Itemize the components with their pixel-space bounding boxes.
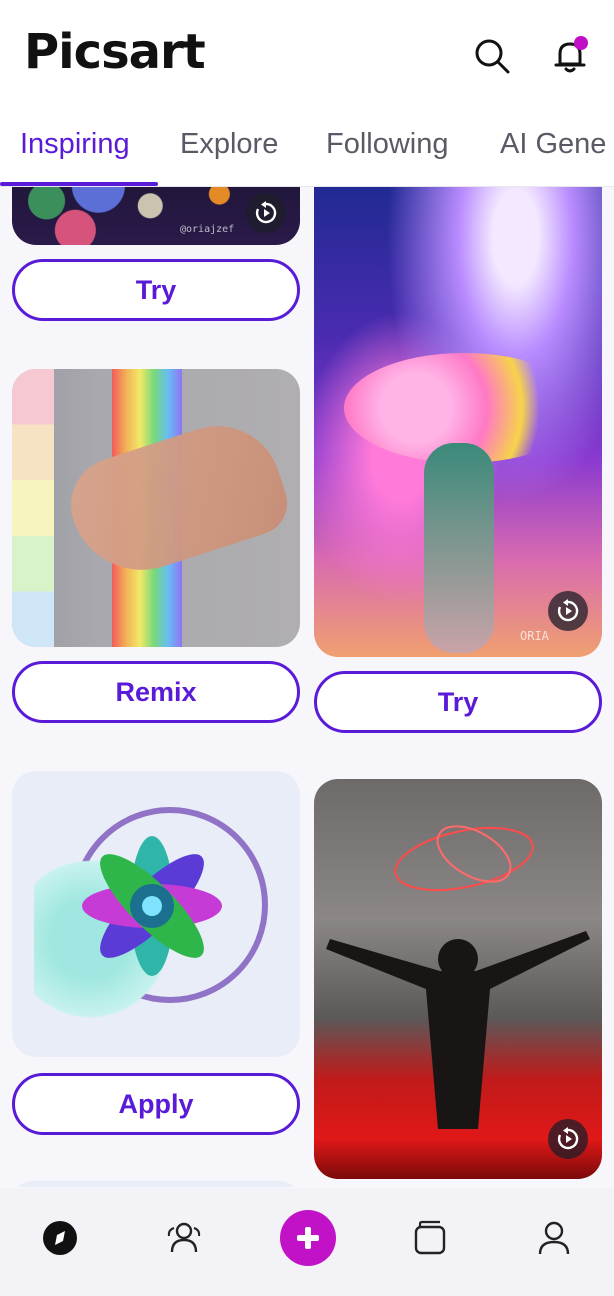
space-bouquet-card[interactable]: ORIA bbox=[314, 187, 602, 657]
bottom-navigation bbox=[0, 1188, 614, 1296]
card-caption: @oriajzef bbox=[180, 224, 235, 235]
app-header: Picsart bbox=[0, 0, 614, 110]
projects-icon bbox=[414, 1220, 446, 1255]
next-card-preview bbox=[12, 1181, 300, 1187]
person-silhouette bbox=[326, 931, 590, 1129]
bouquet-stems-hand bbox=[424, 443, 494, 653]
inspiring-feed[interactable]: @oriajzef Try Remix Apply ORIA Try bbox=[0, 187, 614, 1187]
apply-button[interactable]: Apply bbox=[12, 1073, 300, 1135]
nav-discover[interactable] bbox=[32, 1210, 88, 1266]
picsart-app: Picsart Inspiring Explore Following AI G… bbox=[0, 0, 614, 1296]
tab-ai-generator[interactable]: AI Gene bbox=[500, 128, 606, 161]
nav-profile[interactable] bbox=[526, 1210, 582, 1266]
compass-icon bbox=[43, 1221, 77, 1255]
plus-icon bbox=[297, 1227, 319, 1249]
tab-following[interactable]: Following bbox=[326, 128, 449, 161]
light-swirl bbox=[394, 825, 534, 892]
video-badge bbox=[548, 591, 588, 631]
nav-projects[interactable] bbox=[402, 1210, 458, 1266]
replay-icon bbox=[557, 1127, 579, 1150]
try-button[interactable]: Try bbox=[12, 259, 300, 321]
create-button[interactable] bbox=[280, 1210, 336, 1266]
picsart-logo: Picsart bbox=[24, 24, 206, 80]
replay-icon bbox=[255, 201, 277, 224]
notification-dot bbox=[574, 36, 588, 50]
card-caption: ORIA bbox=[520, 629, 549, 643]
nav-community[interactable] bbox=[156, 1210, 212, 1266]
planets-art-card[interactable]: @oriajzef bbox=[12, 187, 300, 245]
flower-illustration bbox=[82, 836, 222, 976]
community-icon bbox=[167, 1222, 201, 1253]
video-badge bbox=[548, 1119, 588, 1159]
feed-tabs: Inspiring Explore Following AI Gene bbox=[0, 110, 614, 187]
search-button[interactable] bbox=[468, 32, 516, 80]
search-icon bbox=[475, 39, 510, 74]
active-tab-indicator bbox=[0, 182, 158, 186]
remix-button[interactable]: Remix bbox=[12, 661, 300, 723]
palette-strip bbox=[12, 369, 54, 647]
profile-icon bbox=[538, 1221, 570, 1255]
notifications-button[interactable] bbox=[546, 32, 594, 80]
rainbow-hand-card[interactable] bbox=[12, 369, 300, 647]
red-silhouette-card[interactable] bbox=[314, 779, 602, 1179]
try-button[interactable]: Try bbox=[314, 671, 602, 733]
tab-inspiring[interactable]: Inspiring bbox=[20, 128, 130, 161]
neon-flower-card[interactable] bbox=[12, 771, 300, 1057]
replay-icon bbox=[557, 599, 579, 622]
video-badge bbox=[246, 193, 286, 233]
tab-explore[interactable]: Explore bbox=[180, 128, 278, 161]
hand-shape bbox=[58, 409, 296, 589]
